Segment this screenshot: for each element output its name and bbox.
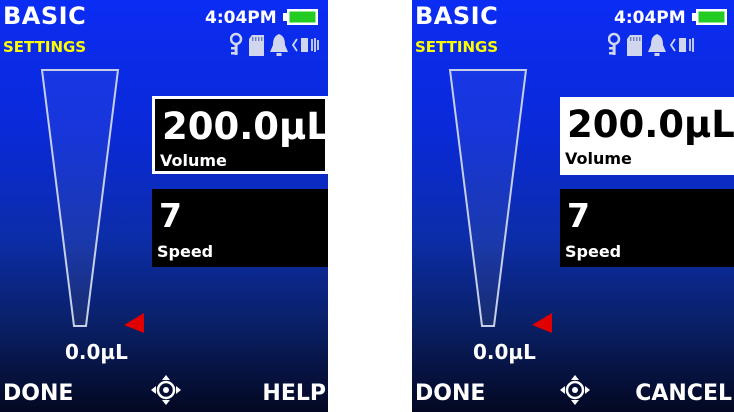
status-icons (608, 32, 694, 56)
sd-card-icon (249, 35, 264, 56)
volume-field[interactable]: 200.0µL Volume (560, 97, 734, 175)
speed-label: Speed (565, 242, 622, 261)
sd-card-icon (627, 35, 642, 56)
volume-label: Volume (160, 151, 227, 170)
tip-min-volume-label: 0.0µL (65, 340, 128, 364)
tip-min-volume-label: 0.0µL (473, 340, 536, 364)
done-softkey[interactable]: DONE (3, 381, 73, 407)
key-icon (608, 32, 621, 55)
help-softkey[interactable]: HELP (262, 381, 326, 407)
vibrate-icon (291, 38, 319, 52)
joystick-icon[interactable] (151, 375, 181, 405)
speed-field[interactable]: 7 Speed (152, 189, 328, 267)
key-icon (230, 32, 243, 55)
joystick-icon[interactable] (560, 375, 590, 405)
speed-field[interactable]: 7 Speed (560, 189, 734, 267)
cancel-softkey[interactable]: CANCEL (635, 381, 732, 407)
volume-label: Volume (565, 149, 632, 168)
volume-value: 200.0µL (567, 103, 734, 146)
red-triangle-marker (532, 313, 552, 333)
volume-field[interactable]: 200.0µL Volume (152, 96, 328, 174)
screen-title: BASIC (3, 2, 87, 30)
volume-value: 200.0µL (162, 105, 328, 148)
status-time: 4:04PM (614, 8, 686, 28)
screen-subtitle: SETTINGS (3, 38, 87, 56)
speed-value: 7 (159, 196, 182, 235)
vibrate-icon (669, 38, 694, 52)
battery-icon (283, 9, 318, 25)
bell-icon (648, 34, 666, 56)
screen-subtitle: SETTINGS (415, 38, 499, 56)
pipette-tip-graphic (40, 69, 120, 327)
pipette-tip-graphic (448, 69, 528, 327)
screen-title: BASIC (415, 2, 499, 30)
status-icons (230, 32, 319, 56)
speed-label: Speed (157, 242, 214, 261)
pipette-screen-right: BASIC SETTINGS 4:04PM 0.0µL 200.0µL Volu… (412, 0, 734, 412)
bell-icon (270, 34, 288, 56)
battery-icon (692, 9, 727, 25)
speed-value: 7 (567, 196, 590, 235)
red-triangle-marker (124, 313, 144, 333)
status-time: 4:04PM (205, 8, 277, 28)
done-softkey[interactable]: DONE (415, 381, 485, 407)
pipette-screen-left: BASIC SETTINGS 4:04PM 0.0µL 200.0µL Volu… (0, 0, 328, 412)
